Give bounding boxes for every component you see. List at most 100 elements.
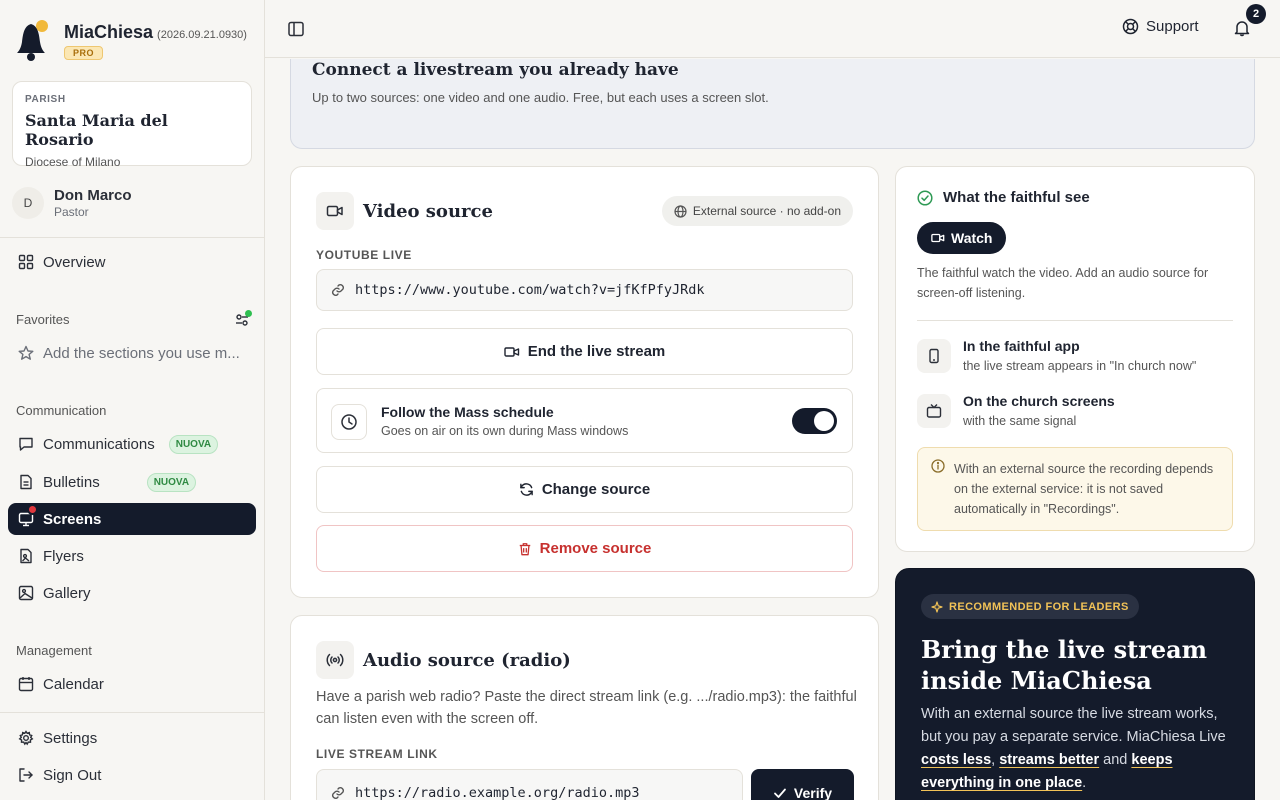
smartphone-icon <box>917 339 951 373</box>
faithful-preview-card: What the faithful see Watch The faithful… <box>895 166 1255 552</box>
parish-eyebrow: PARISH <box>25 94 66 105</box>
mass-schedule-toggle[interactable] <box>792 408 837 434</box>
youtube-live-label: YOUTUBE LIVE <box>316 248 412 262</box>
star-icon <box>18 345 34 361</box>
remove-source-button[interactable]: Remove source <box>316 525 853 572</box>
external-source-badge: External source · no add-on <box>661 196 853 226</box>
trash-icon <box>519 542 530 555</box>
sidebar-item-settings[interactable]: Settings <box>8 722 256 754</box>
verify-button[interactable]: Verify <box>751 769 854 800</box>
audio-url-field[interactable]: https://radio.example.org/radio.mp3 <box>316 769 743 800</box>
main-content: Connect a livestream you already have Up… <box>265 59 1280 800</box>
faithful-app-row: In the faithful app the live stream appe… <box>917 338 1197 373</box>
sidebar-item-sign-out[interactable]: Sign Out <box>8 759 256 791</box>
alert-dot <box>27 504 38 515</box>
sidebar-item-label: Settings <box>43 729 98 747</box>
sidebar-item-screens[interactable]: Screens <box>8 503 256 535</box>
parish-card[interactable]: PARISH Santa Maria del Rosario Diocese o… <box>12 81 252 169</box>
edit-favorites-icon[interactable] <box>234 310 252 328</box>
connect-livestream-card: Connect a livestream you already have Up… <box>290 59 1255 149</box>
notifications-bell-icon[interactable] <box>1233 19 1251 37</box>
favorites-label: Favorites <box>16 312 70 327</box>
refresh-icon <box>519 483 533 496</box>
support-button[interactable]: Support <box>1122 18 1199 35</box>
support-label: Support <box>1146 18 1199 35</box>
promo-separator: and <box>1099 752 1132 768</box>
recommended-label: RECOMMENDED FOR LEADERS <box>949 600 1129 613</box>
sidebar-item-label: Gallery <box>43 584 91 602</box>
promo-text-start: With an external source the live stream … <box>921 706 1226 745</box>
grid-icon <box>18 254 34 270</box>
radio-broadcast-icon <box>316 641 354 679</box>
video-camera-icon <box>316 192 354 230</box>
check-icon <box>774 788 786 798</box>
favorites-hint[interactable]: Add the sections you use m... <box>8 337 256 369</box>
faithful-title: What the faithful see <box>943 189 1090 206</box>
change-source-label: Change source <box>541 481 651 498</box>
user-profile[interactable]: D Don Marco Pastor <box>12 187 132 219</box>
end-live-stream-label: End the live stream <box>527 343 666 360</box>
external-source-label: External source · no add-on <box>692 204 841 218</box>
globe-icon <box>674 204 687 218</box>
sparkle-icon <box>931 600 943 613</box>
sidebar-item-overview[interactable]: Overview <box>8 246 256 278</box>
bell-logo-icon <box>16 18 50 62</box>
sidebar-toggle-icon[interactable] <box>287 20 305 38</box>
brand[interactable]: MiaChiesa (2026.09.21.0930) PRO <box>16 18 247 62</box>
new-badge: NUOVA <box>146 472 197 492</box>
favorites-hint-label: Add the sections you use m... <box>43 344 240 362</box>
promo-text: With an external source the live stream … <box>921 703 1236 795</box>
sidebar-item-flyers[interactable]: Flyers <box>8 540 256 572</box>
notifications-count: 2 <box>1246 4 1266 24</box>
sidebar-item-gallery[interactable]: Gallery <box>8 577 256 609</box>
end-live-stream-button[interactable]: End the live stream <box>316 328 853 375</box>
schedule-subtitle: Goes on air on its own during Mass windo… <box>381 424 629 438</box>
faithful-description: The faithful watch the video. Add an aud… <box>917 266 1209 300</box>
clock-icon <box>331 404 367 440</box>
promo-card: RECOMMENDED FOR LEADERS Bring the live s… <box>895 568 1255 800</box>
check-circle-icon <box>917 189 933 206</box>
avatar: D <box>12 187 44 219</box>
sign-out-icon <box>18 767 34 783</box>
sidebar-item-calendar[interactable]: Calendar <box>8 668 256 700</box>
sidebar-item-label: Bulletins <box>43 473 100 491</box>
parish-name: Santa Maria del Rosario <box>25 111 168 149</box>
message-icon <box>18 436 34 452</box>
watch-button[interactable]: Watch <box>917 222 1007 254</box>
connect-description: Up to two sources: one video and one aud… <box>312 90 769 105</box>
change-source-button[interactable]: Change source <box>316 466 853 513</box>
sidebar-item-label: Sign Out <box>43 766 102 784</box>
audio-url-value: https://radio.example.org/radio.mp3 <box>355 785 640 800</box>
verify-label: Verify <box>793 785 833 800</box>
streams-better-link[interactable]: streams better <box>999 752 1099 768</box>
brand-name: MiaChiesa <box>64 22 154 42</box>
sidebar-item-communications[interactable]: Communications NUOVA <box>8 428 256 460</box>
info-icon <box>931 459 945 473</box>
document-icon <box>18 474 34 490</box>
faithful-app-subtitle: the live stream appears in "In church no… <box>963 359 1197 373</box>
promo-separator: , <box>991 752 1000 768</box>
user-name: Don Marco <box>54 187 132 204</box>
video-source-card: Video source External source · no add-on… <box>290 166 879 598</box>
youtube-url-value: https://www.youtube.com/watch?v=jfKfPfyJ… <box>355 282 705 298</box>
recording-note: With an external source the recording de… <box>917 447 1233 531</box>
flyer-icon <box>18 548 34 564</box>
gallery-icon <box>18 585 34 601</box>
topbar: Support 2 <box>265 0 1280 58</box>
tv-icon <box>917 394 951 428</box>
connect-title: Connect a livestream you already have <box>312 60 679 80</box>
promo-end: . <box>1082 775 1087 791</box>
calendar-icon <box>18 676 34 692</box>
sidebar-item-label: Calendar <box>43 675 104 693</box>
gear-icon <box>18 730 34 746</box>
youtube-url-field[interactable]: https://www.youtube.com/watch?v=jfKfPfyJ… <box>316 269 853 311</box>
mass-schedule-row: Follow the Mass schedule Goes on air on … <box>316 388 853 453</box>
church-screens-row: On the church screens with the same sign… <box>917 393 1115 428</box>
costs-less-link[interactable]: costs less <box>921 752 991 768</box>
recording-note-text: With an external source the recording de… <box>954 462 1214 516</box>
pro-badge: PRO <box>64 46 104 60</box>
sidebar-item-bulletins[interactable]: Bulletins NUOVA <box>8 466 256 498</box>
sidebar-item-label: Screens <box>43 510 102 528</box>
divider <box>0 237 264 238</box>
sidebar: MiaChiesa (2026.09.21.0930) PRO PARISH Sa… <box>0 0 265 800</box>
